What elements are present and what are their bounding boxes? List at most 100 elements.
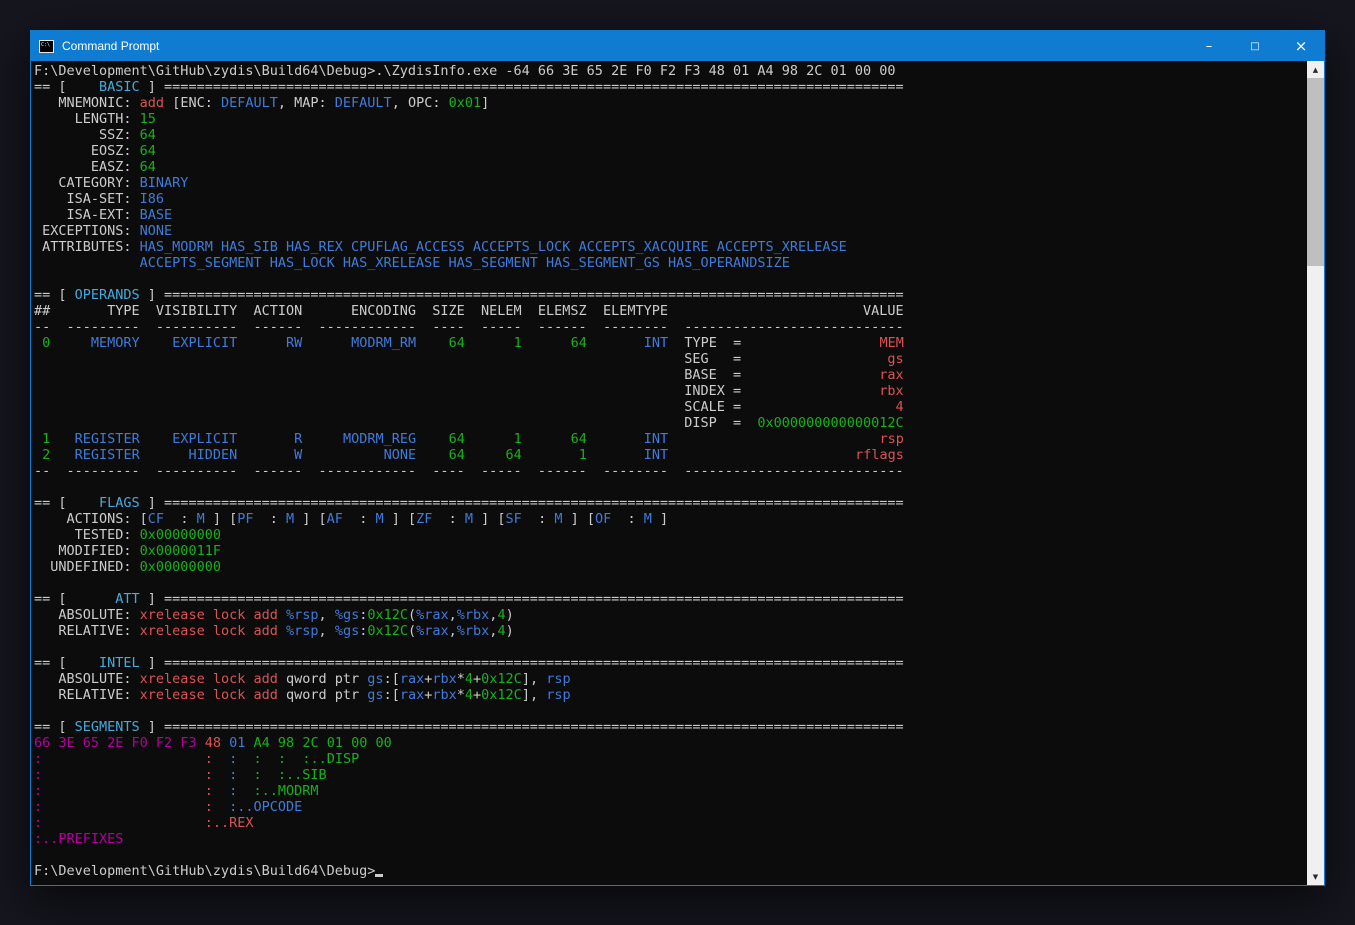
console-line: INDEX = rbx xyxy=(34,383,1306,399)
console-text-segment: : xyxy=(343,511,376,527)
scrollbar-thumb[interactable] xyxy=(1307,78,1324,266)
console-line: 66 3E 65 2E F0 F2 F3 48 01 A4 98 2C 01 0… xyxy=(34,735,1306,751)
console-text-segment: rbx xyxy=(432,671,456,687)
console-text-segment: xrelease xyxy=(140,607,205,623)
console-text-segment: INT xyxy=(644,447,668,463)
close-button[interactable]: × xyxy=(1278,31,1324,61)
console-text-segment xyxy=(302,447,383,463)
console-text-segment xyxy=(359,383,684,399)
console-text-segment xyxy=(245,607,253,623)
console-text-segment: 64 xyxy=(571,431,587,447)
console-text-segment xyxy=(34,351,359,367)
console-text-segment: 64 xyxy=(140,127,156,143)
console-text-segment: 66 3E 65 2E F0 F2 F3 xyxy=(34,735,197,751)
console-text-segment: %rsp xyxy=(286,607,319,623)
console-line xyxy=(34,847,1306,863)
console-text-segment: == [ xyxy=(34,719,75,735)
console-text-segment: add xyxy=(254,671,278,687)
console-text-segment: , xyxy=(319,607,335,623)
console-text-segment: ATT xyxy=(75,591,140,607)
console-text-segment: %rsp xyxy=(286,623,319,639)
console-text-segment: , xyxy=(449,607,457,623)
minimize-button[interactable]: – xyxy=(1186,31,1232,61)
console-text-segment: ] [ xyxy=(384,511,417,527)
console-text-segment: , MAP: xyxy=(278,95,335,111)
console-text-segment: 0x12C xyxy=(481,687,522,703)
console-line: MODIFIED: 0x0000011F xyxy=(34,543,1306,559)
console-text-segment xyxy=(668,447,855,463)
console-text-segment: * xyxy=(457,671,465,687)
console-text-segment: %rbx xyxy=(457,607,490,623)
console-text-segment: , OPC: xyxy=(392,95,449,111)
console-text-segment xyxy=(34,415,359,431)
scroll-down-icon[interactable]: ▼ xyxy=(1307,868,1324,885)
console-lines: F:\Development\GitHub\zydis\Build64\Debu… xyxy=(34,63,1306,885)
console-text-segment: MNEMONIC: xyxy=(34,95,140,111)
console-text-segment xyxy=(416,335,449,351)
console-text-segment: : xyxy=(254,751,262,767)
console-line: SCALE = 4 xyxy=(34,399,1306,415)
console-text-segment: SSZ: xyxy=(34,127,140,143)
console-text-segment xyxy=(359,367,684,383)
console-line: == [ SEGMENTS ] ========================… xyxy=(34,719,1306,735)
console-text-segment xyxy=(262,751,278,767)
console-text-segment xyxy=(34,367,359,383)
console-text-segment xyxy=(34,335,42,351)
console-line: LENGTH: 15 xyxy=(34,111,1306,127)
console-text-segment: rbx xyxy=(879,383,903,399)
console-text-segment: %gs xyxy=(335,607,359,623)
console-text-segment: gs xyxy=(367,687,383,703)
console-text-segment: 01 xyxy=(229,735,245,751)
console-text-segment: UNDEFINED: xyxy=(34,559,140,575)
console-text-segment: PF xyxy=(237,511,253,527)
console-text-segment: ] ======================================… xyxy=(140,287,904,303)
console-line: ATTRIBUTES: HAS_MODRM HAS_SIB HAS_REX CP… xyxy=(34,239,1306,255)
console-text-segment: ] xyxy=(481,95,489,111)
console-text-segment xyxy=(213,783,229,799)
console-line: F:\Development\GitHub\zydis\Build64\Debu… xyxy=(34,63,1306,79)
console-output[interactable]: F:\Development\GitHub\zydis\Build64\Debu… xyxy=(31,61,1324,885)
console-text-segment: : xyxy=(34,815,42,831)
console-text-segment: %rbx xyxy=(457,623,490,639)
cmd-icon: C:\ xyxy=(39,40,54,53)
console-text-segment: NONE xyxy=(140,223,173,239)
console-text-segment: SCALE = xyxy=(684,399,895,415)
console-text-segment: ] [ xyxy=(205,511,238,527)
console-text-segment: :..SIB xyxy=(278,767,327,783)
console-text-segment: SEG = xyxy=(684,351,887,367)
console-text-segment: M xyxy=(286,511,294,527)
console-line: EOSZ: 64 xyxy=(34,143,1306,159)
console-line: ACCEPTS_SEGMENT HAS_LOCK HAS_XRELEASE HA… xyxy=(34,255,1306,271)
console-text-segment: 15 xyxy=(140,111,156,127)
console-text-segment: ZF xyxy=(416,511,432,527)
console-text-segment: :..MODRM xyxy=(254,783,319,799)
console-text-segment: F:\Development\GitHub\zydis\Build64\Debu… xyxy=(34,863,375,879)
console-line: EXCEPTIONS: NONE xyxy=(34,223,1306,239)
console-text-segment: MEM xyxy=(879,335,903,351)
console-text-segment: :..REX xyxy=(205,815,254,831)
maximize-button[interactable]: □ xyxy=(1232,31,1278,61)
console-text-segment: : xyxy=(34,751,42,767)
console-text-segment: rsp xyxy=(879,431,903,447)
console-text-segment: BASE xyxy=(140,207,173,223)
console-text-segment xyxy=(286,751,302,767)
console-text-segment xyxy=(50,335,91,351)
scroll-up-arrow: ▲ xyxy=(1313,66,1318,74)
console-text-segment: : xyxy=(164,511,197,527)
console-text-segment: : xyxy=(205,751,213,767)
desktop-background: { "colors": { "w": "#CCCCCC", "r": "#DC5… xyxy=(0,0,1355,925)
console-text-segment: :[ xyxy=(384,687,400,703)
console-text-segment: ABSOLUTE: xyxy=(34,607,140,623)
scrollbar[interactable]: ▲ ▼ xyxy=(1307,61,1324,885)
console-text-segment xyxy=(522,447,579,463)
console-text-segment xyxy=(42,751,205,767)
console-line: 0 MEMORY EXPLICIT RW MODRM_RM 64 1 64 IN… xyxy=(34,335,1306,351)
console-text-segment xyxy=(465,431,514,447)
console-text-segment xyxy=(359,399,684,415)
console-text-segment: ] ======================================… xyxy=(140,495,904,511)
titlebar[interactable]: C:\ Command Prompt – □ × xyxy=(31,31,1324,61)
console-text-segment xyxy=(245,623,253,639)
scroll-up-icon[interactable]: ▲ xyxy=(1307,61,1324,78)
console-text-segment: SF xyxy=(506,511,522,527)
console-text-segment: , xyxy=(449,623,457,639)
